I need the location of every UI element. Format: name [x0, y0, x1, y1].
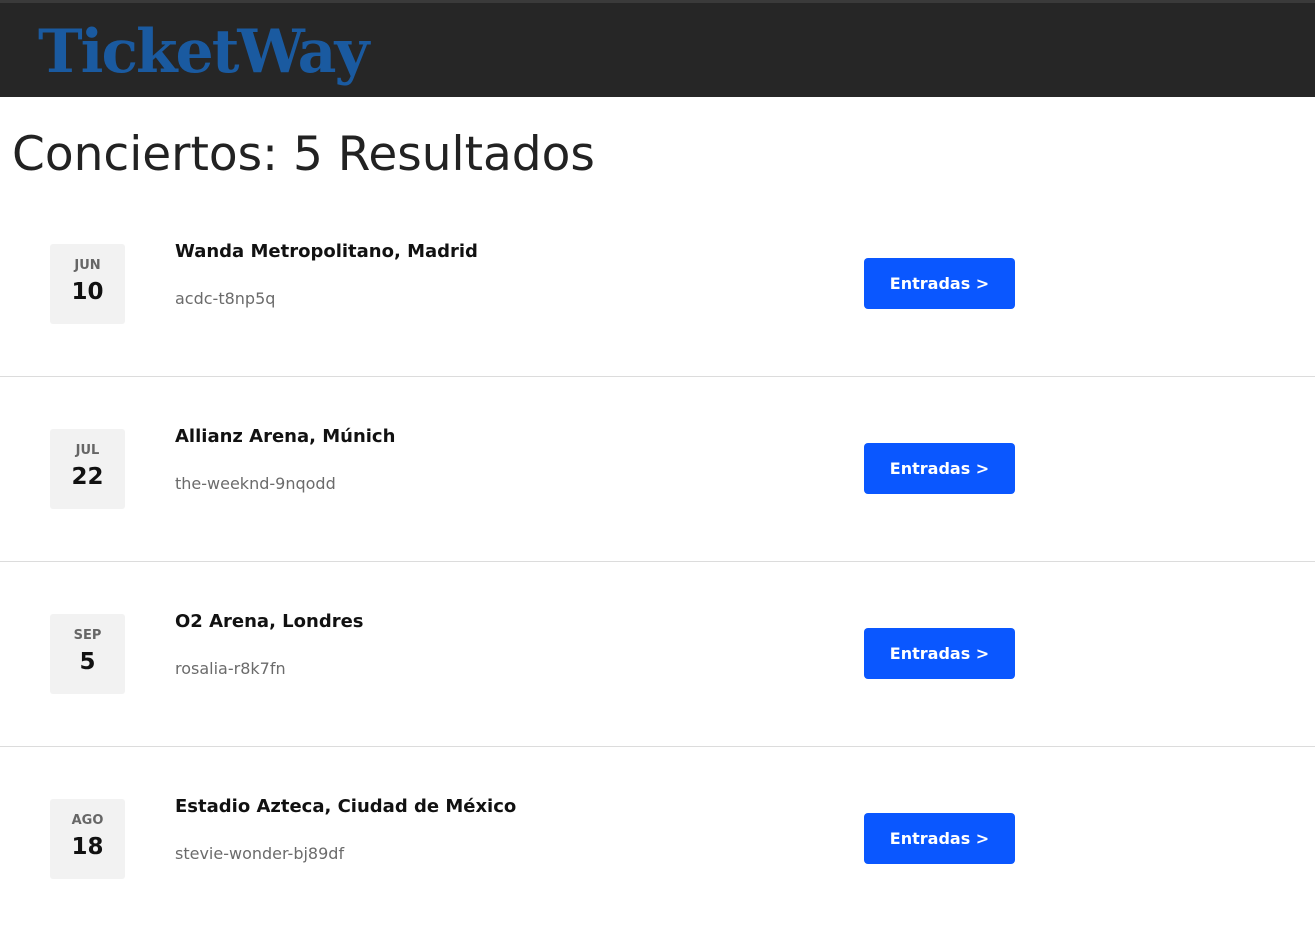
date-day: 18: [71, 834, 104, 860]
tickets-button[interactable]: Entradas >: [864, 628, 1015, 679]
date-month: AGO: [71, 813, 104, 828]
top-header: TicketWay: [0, 0, 1315, 97]
event-slug: rosalia-r8k7fn: [175, 659, 286, 678]
date-day: 22: [71, 464, 104, 490]
event-slug: stevie-wonder-bj89df: [175, 844, 345, 863]
list-item: SEP 5 O2 Arena, Londres rosalia-r8k7fn E…: [0, 562, 1315, 747]
tickets-button[interactable]: Entradas >: [864, 443, 1015, 494]
logo[interactable]: TicketWay: [38, 17, 369, 87]
date-badge: AGO 18: [50, 799, 125, 879]
date-badge: SEP 5: [50, 614, 125, 694]
venue-name: O2 Arena, Londres: [175, 611, 364, 632]
date-month: JUL: [75, 443, 100, 458]
date-month: JUN: [74, 258, 101, 273]
list-item: AGO 18 Estadio Azteca, Ciudad de México …: [0, 747, 1315, 932]
list-item: JUN 10 Wanda Metropolitano, Madrid acdc-…: [0, 192, 1315, 377]
event-slug: acdc-t8np5q: [175, 289, 276, 308]
date-day: 10: [71, 279, 104, 305]
date-day: 5: [79, 649, 96, 675]
list-item: JUL 22 Allianz Arena, Múnich the-weeknd-…: [0, 377, 1315, 562]
date-month: SEP: [73, 628, 102, 643]
results-list: JUN 10 Wanda Metropolitano, Madrid acdc-…: [0, 192, 1315, 932]
date-badge: JUL 22: [50, 429, 125, 509]
page-title: Conciertos: 5 Resultados: [12, 127, 595, 182]
venue-name: Estadio Azteca, Ciudad de México: [175, 796, 517, 817]
event-slug: the-weeknd-9nqodd: [175, 474, 336, 493]
venue-name: Wanda Metropolitano, Madrid: [175, 241, 478, 262]
tickets-button[interactable]: Entradas >: [864, 813, 1015, 864]
tickets-button[interactable]: Entradas >: [864, 258, 1015, 309]
date-badge: JUN 10: [50, 244, 125, 324]
venue-name: Allianz Arena, Múnich: [175, 426, 396, 447]
